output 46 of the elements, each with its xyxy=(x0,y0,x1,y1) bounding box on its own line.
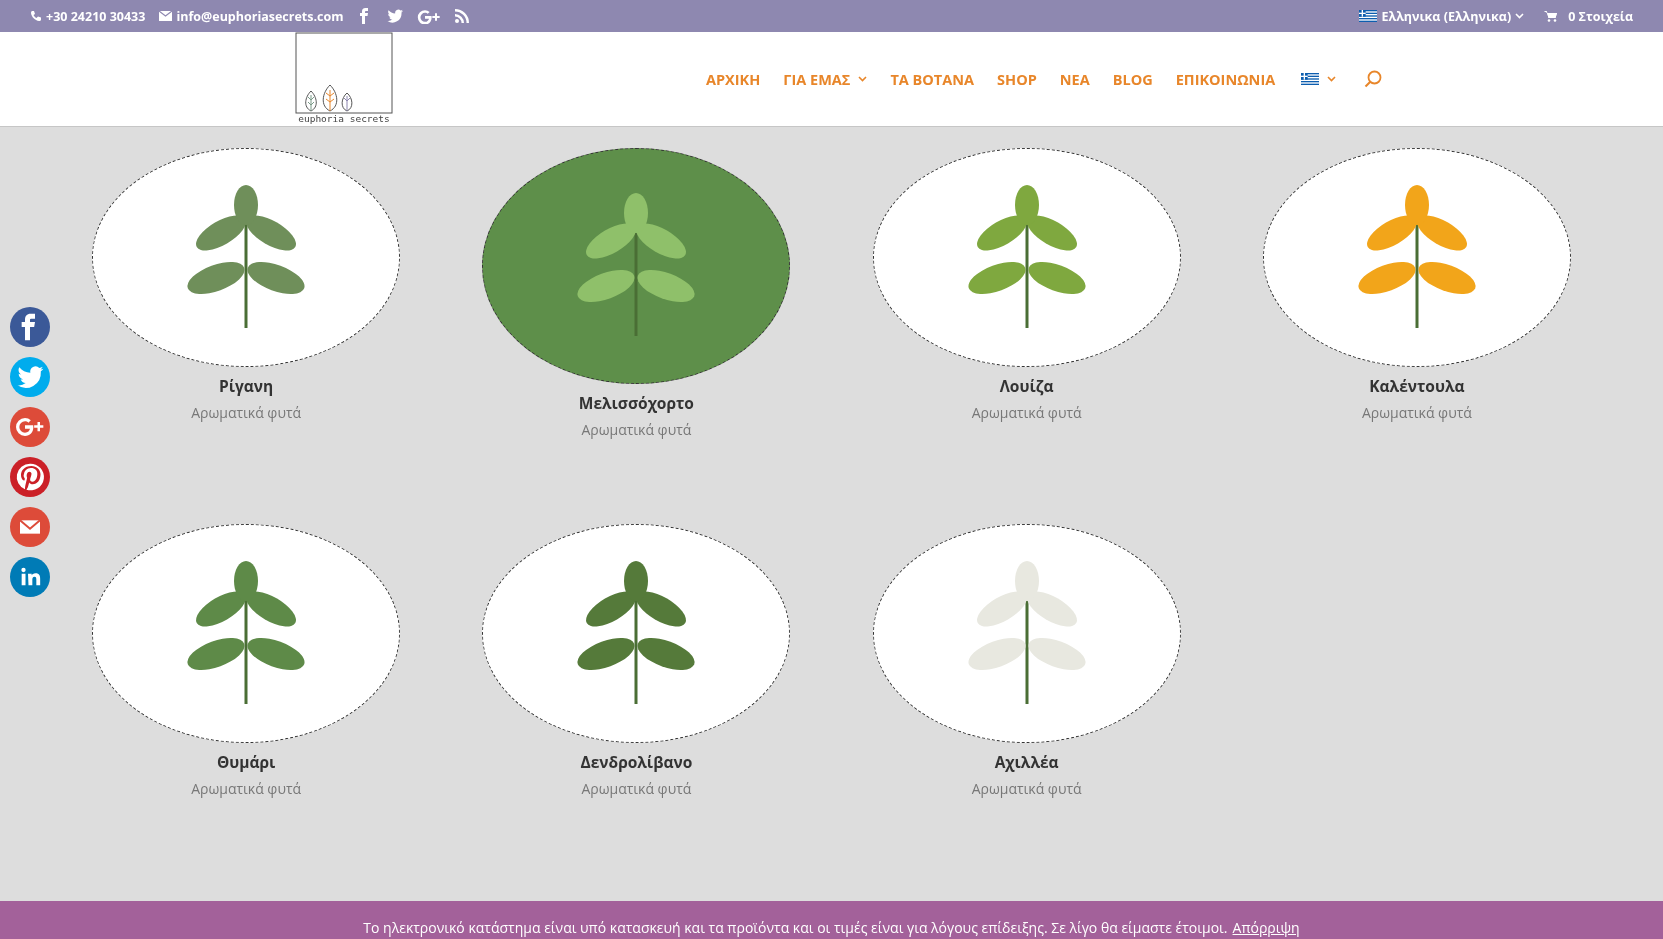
nav-link[interactable]: BLOG xyxy=(1112,69,1153,89)
twitter-icon[interactable] xyxy=(387,8,404,24)
product-category[interactable]: Αρωματικά φυτά xyxy=(1361,403,1472,422)
nav-link[interactable]: SHOP xyxy=(997,69,1037,89)
search-icon[interactable] xyxy=(1364,70,1383,88)
cart-icon xyxy=(1544,10,1559,22)
nav-link[interactable]: ΕΠΙΚΟΙΝΩΝΙΑ xyxy=(1175,69,1276,89)
email-link[interactable]: info@euphoriasecrets.com xyxy=(176,7,344,25)
greek-flag-icon[interactable] xyxy=(1301,73,1320,85)
twitter-share-button[interactable] xyxy=(10,357,50,397)
product-name[interactable]: Ρίγανη xyxy=(218,375,274,397)
linkedin-share-button[interactable] xyxy=(10,557,50,597)
product-category[interactable]: Αρωματικά φυτά xyxy=(191,403,302,422)
product-category[interactable]: Αρωματικά φυτά xyxy=(581,779,692,798)
greek-flag-icon xyxy=(1359,10,1378,22)
dismiss-link[interactable]: Απόρριψη xyxy=(1232,918,1300,937)
product-category[interactable]: Αρωματικά φυτά xyxy=(581,420,692,439)
google-plus-icon[interactable] xyxy=(417,8,442,24)
nav-link[interactable]: ΤΑ ΒΟΤΑΝΑ xyxy=(890,69,975,89)
notice-text: Το ηλεκτρονικό κατάστημα είναι υπό κατασκευή και τα προϊόντα και οι τιμές είναι για λόγους επίδειξης. Σε λίγο θα είμαστε έτοιμοι. xyxy=(363,918,1228,937)
phone-icon xyxy=(30,10,42,22)
logo-text: euphoria secrets xyxy=(298,114,390,124)
nav-link[interactable]: ΝΕΑ xyxy=(1059,69,1090,89)
facebook-share-button[interactable] xyxy=(10,307,50,347)
language-selector[interactable]: Ελληνικα (Ελληνικα) xyxy=(1381,7,1512,25)
tree-logo-icon[interactable] xyxy=(295,32,393,114)
rss-icon[interactable] xyxy=(455,9,470,23)
product-name[interactable]: Καλέντουλα xyxy=(1369,375,1465,397)
nav-link[interactable]: ΑΡΧΙΚΗ xyxy=(706,69,761,89)
product-name[interactable]: Δενδρολίβανο xyxy=(580,751,693,773)
product-category[interactable]: Αρωματικά φυτά xyxy=(971,403,1082,422)
product-name[interactable]: Αχιλλέα xyxy=(994,751,1059,773)
product-name[interactable]: Λουίζα xyxy=(999,375,1054,397)
mail-icon xyxy=(159,11,173,21)
product-category[interactable]: Αρωματικά φυτά xyxy=(971,779,1082,798)
chevron-down-icon xyxy=(1327,76,1337,82)
product-name[interactable]: Θυμάρι xyxy=(216,751,276,773)
google-plus-share-button[interactable] xyxy=(10,407,50,447)
pinterest-share-button[interactable] xyxy=(10,457,50,497)
email-share-button[interactable] xyxy=(10,507,50,547)
product-category[interactable]: Αρωματικά φυτά xyxy=(191,779,302,798)
chevron-down-icon xyxy=(1515,13,1525,19)
nav-link[interactable]: ΓΙΑ ΕΜΑΣ xyxy=(783,69,868,89)
cart-link[interactable]: 0 Στοιχεία xyxy=(1568,7,1633,25)
phone-number[interactable]: +30 24210 30433 xyxy=(46,7,146,25)
product-name[interactable]: Μελισσόχορτο xyxy=(578,392,694,414)
